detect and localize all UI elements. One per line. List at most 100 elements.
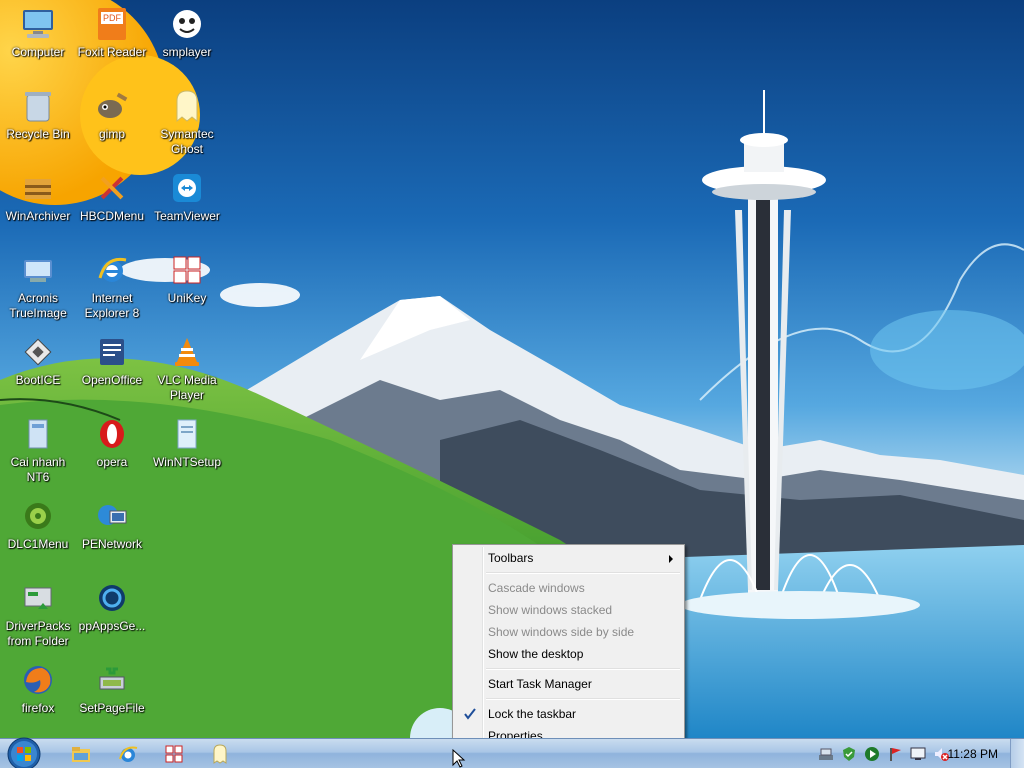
menu-label: Show the desktop	[488, 647, 584, 661]
desktop-icon-setpagefile[interactable]: SetPageFile	[74, 662, 150, 716]
icon-label: smplayer	[162, 45, 212, 59]
menu-item-properties[interactable]: Properties	[455, 725, 682, 738]
installer-icon	[20, 416, 56, 452]
icon-label: ppAppsGe...	[78, 619, 146, 633]
firefox-icon	[20, 662, 56, 698]
taskbar-pin-explorer[interactable]	[69, 742, 93, 766]
tools-icon	[94, 170, 130, 206]
media-player-icon	[169, 6, 205, 42]
icon-label: WinArchiver	[5, 209, 71, 223]
menu-label: Cascade windows	[488, 581, 585, 595]
icon-label: BootICE	[15, 373, 61, 387]
icon-label: DriverPacks from Folder	[5, 619, 71, 648]
dlc-icon	[20, 498, 56, 534]
desktop-icon-hbcdmenu[interactable]: HBCDMenu	[74, 170, 150, 224]
menu-item-lock-taskbar[interactable]: Lock the taskbar	[455, 703, 682, 725]
desktop-icon-foxit-reader[interactable]: PDF Foxit Reader	[74, 6, 150, 60]
media-play-icon[interactable]	[864, 746, 880, 762]
desktop-icon-winntsetup[interactable]: WinNTSetup	[149, 416, 225, 470]
icon-label: Internet Explorer 8	[84, 291, 140, 320]
network-icon[interactable]	[818, 746, 834, 762]
menu-item-show-windows-stacked[interactable]: Show windows stacked	[455, 599, 682, 621]
desktop-icon-openoffice[interactable]: OpenOffice	[74, 334, 150, 388]
icon-label: SetPageFile	[79, 701, 145, 715]
system-tray: 11:28 PM	[784, 739, 1024, 768]
unikey-icon	[169, 252, 205, 288]
desktop-icon-opera[interactable]: opera	[74, 416, 150, 470]
internet-explorer-icon	[94, 252, 130, 288]
icon-label: gimp	[98, 127, 125, 141]
internet-explorer-icon	[119, 746, 138, 762]
menu-label: Start Task Manager	[488, 677, 592, 691]
vlc-icon	[169, 334, 205, 370]
disk-image-icon	[20, 252, 56, 288]
gimp-icon	[94, 88, 130, 124]
desktop-icon-driverpacks[interactable]: DriverPacks from Folder	[0, 580, 76, 649]
icon-label: Computer	[11, 45, 65, 59]
show-desktop-button[interactable]	[1010, 739, 1024, 768]
desktop-icon-smplayer[interactable]: smplayer	[149, 6, 225, 60]
icon-label: Cai nhanh NT6	[10, 455, 66, 484]
svg-text:PDF: PDF	[103, 13, 122, 23]
desktop-icon-acronis[interactable]: Acronis TrueImage	[0, 252, 76, 321]
archive-icon	[20, 170, 56, 206]
menu-item-start-task-manager[interactable]: Start Task Manager	[455, 673, 682, 695]
menu-label: Properties	[488, 729, 543, 738]
desktop-icon-unikey[interactable]: UniKey	[149, 252, 225, 306]
desktop[interactable]: Computer PDF Foxit Reader smplayer Recyc…	[0, 0, 1024, 738]
icon-label: Recycle Bin	[6, 127, 70, 141]
ghost-icon	[213, 744, 227, 764]
desktop-icon-vlc[interactable]: VLC Media Player	[149, 334, 225, 403]
menu-label: Lock the taskbar	[488, 707, 577, 721]
desktop-icon-penetwork[interactable]: PENetwork	[74, 498, 150, 552]
driver-icon	[20, 580, 56, 616]
menu-separator	[486, 665, 682, 673]
menu-label: Show windows side by side	[488, 625, 635, 639]
mouse-cursor-icon	[452, 749, 466, 768]
taskbar[interactable]: 11:28 PM	[0, 735, 1024, 768]
menu-separator	[486, 569, 682, 577]
menu-label: Toolbars	[488, 551, 534, 565]
menu-item-show-desktop[interactable]: Show the desktop	[455, 643, 682, 665]
menu-item-toolbars[interactable]: Toolbars	[455, 547, 682, 569]
menu-item-cascade-windows[interactable]: Cascade windows	[455, 577, 682, 599]
desktop-icon-teamviewer[interactable]: TeamViewer	[149, 170, 225, 224]
teamviewer-icon	[169, 170, 205, 206]
desktop-icon-firefox[interactable]: firefox	[0, 662, 76, 716]
desktop-icon-computer[interactable]: Computer	[0, 6, 76, 60]
desktop-icon-internet-explorer[interactable]: Internet Explorer 8	[74, 252, 150, 321]
ghost-icon	[169, 88, 205, 124]
desktop-icon-winarchiver[interactable]: WinArchiver	[0, 170, 76, 224]
openoffice-icon	[94, 334, 130, 370]
desktop-icon-symantec-ghost[interactable]: Symantec Ghost	[149, 88, 225, 157]
pdf-icon: PDF	[94, 6, 130, 42]
opera-icon	[94, 416, 130, 452]
desktop-icon-bootice[interactable]: BootICE	[0, 334, 76, 388]
icon-label: HBCDMenu	[79, 209, 145, 223]
desktop-icon-recycle-bin[interactable]: Recycle Bin	[0, 88, 76, 142]
icon-label: OpenOffice	[81, 373, 143, 387]
start-button[interactable]	[4, 735, 44, 768]
desktop-icon-dlc1menu[interactable]: DLC1Menu	[0, 498, 76, 552]
recycle-bin-icon	[20, 88, 56, 124]
icon-label: Acronis TrueImage	[9, 291, 67, 320]
security-icon[interactable]	[841, 746, 857, 762]
desktop-icon-cai-nhanh[interactable]: Cai nhanh NT6	[0, 416, 76, 485]
taskbar-context-menu: Toolbars Cascade windows Show windows st…	[452, 544, 685, 738]
taskbar-pin-ghost[interactable]	[208, 742, 232, 766]
display-icon[interactable]	[910, 746, 926, 762]
icon-label: WinNTSetup	[152, 455, 222, 469]
network-icon	[94, 498, 130, 534]
bootice-icon	[20, 334, 56, 370]
computer-icon	[20, 6, 56, 42]
icon-label: PENetwork	[81, 537, 143, 551]
desktop-icon-gimp[interactable]: gimp	[74, 88, 150, 142]
clock[interactable]: 11:28 PM	[948, 747, 998, 761]
taskbar-pin-internet-explorer[interactable]	[116, 742, 140, 766]
taskbar-pin-unikey[interactable]	[162, 742, 186, 766]
menu-item-show-windows-side-by-side[interactable]: Show windows side by side	[455, 621, 682, 643]
setup-icon	[169, 416, 205, 452]
checkmark-icon	[464, 708, 476, 720]
flag-icon[interactable]	[887, 746, 903, 762]
desktop-icon-ppappsge[interactable]: ppAppsGe...	[74, 580, 150, 634]
